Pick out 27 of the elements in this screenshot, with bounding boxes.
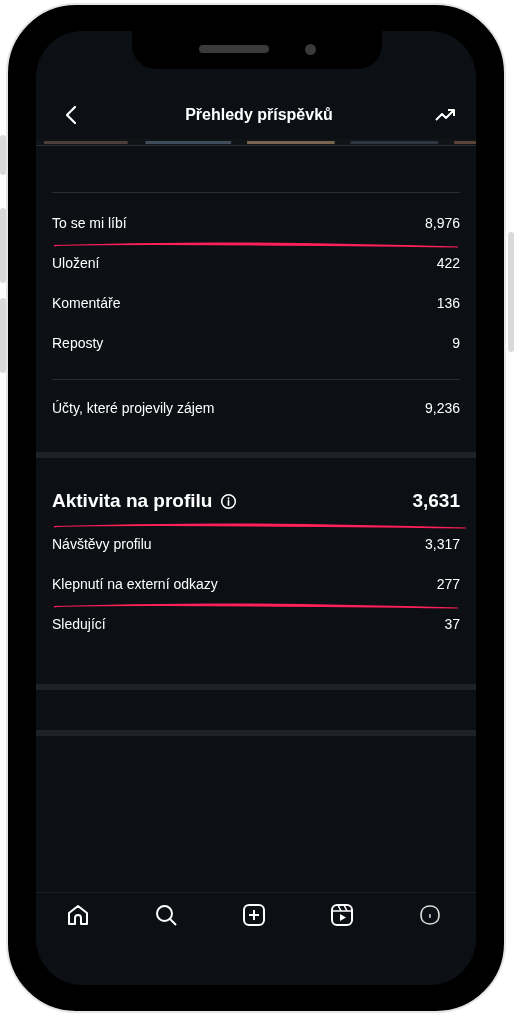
add-icon	[242, 903, 266, 927]
metric-value: 136	[436, 295, 460, 311]
metric-label: Návštěvy profilu	[52, 536, 152, 552]
metric-value: 277	[436, 576, 460, 592]
profile-icon	[418, 903, 442, 927]
metric-label: Uložení	[52, 255, 100, 271]
camera	[304, 43, 316, 55]
metric-label: To se mi líbí	[52, 215, 127, 231]
section-title: Aktivita na profilu	[52, 490, 213, 512]
speaker	[198, 45, 269, 53]
metric-value: 9	[452, 335, 460, 351]
page-title: Přehledy příspěvků	[185, 106, 333, 124]
info-icon[interactable]	[220, 492, 238, 510]
section-total: 3,631	[412, 490, 460, 512]
metric-label: Sledující	[52, 616, 106, 632]
metric-value: 8,976	[424, 215, 460, 231]
search-icon	[154, 903, 178, 927]
metric-value: 422	[436, 255, 460, 271]
video-icon	[330, 903, 354, 927]
metric-value: 9,236	[424, 400, 460, 416]
metric-label: Klepnutí na externí odkazy	[52, 576, 218, 592]
metric-value: 37	[444, 616, 460, 632]
home-icon	[66, 903, 90, 927]
metric-label: Účty, které projevily zájem	[52, 400, 215, 416]
metric-label: Komentáře	[52, 295, 121, 311]
metric-label: Reposty	[52, 335, 104, 351]
metric-value: 3,317	[424, 536, 460, 552]
